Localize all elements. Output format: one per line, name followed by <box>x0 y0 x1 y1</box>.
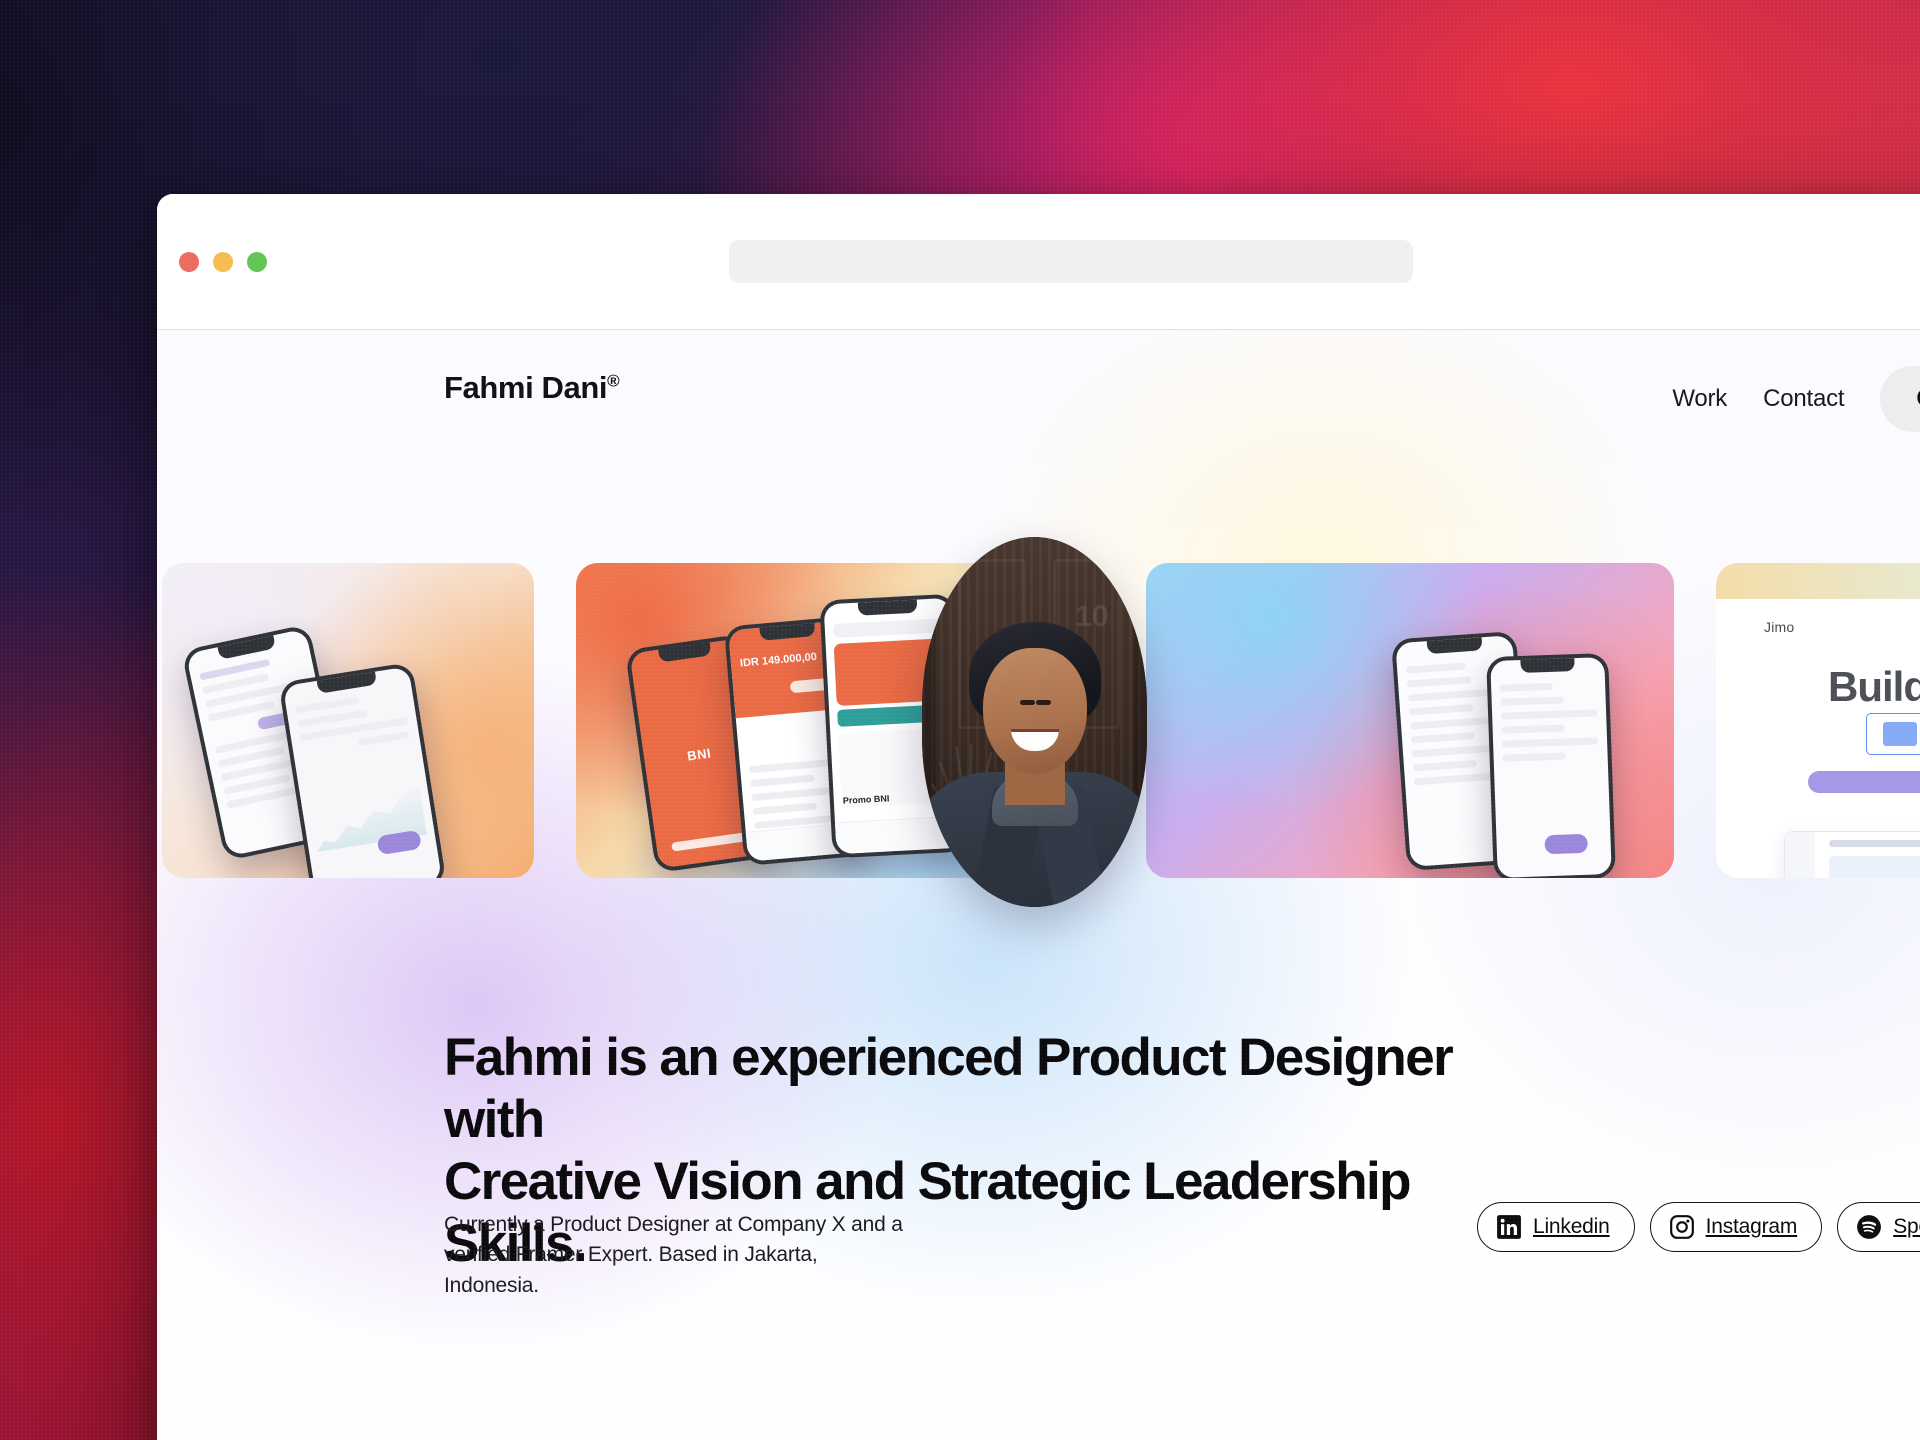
registered-mark-icon: ® <box>607 371 620 391</box>
hero-subtext: Currently a Product Designer at Company … <box>444 1210 914 1301</box>
address-bar-input[interactable] <box>729 240 1413 283</box>
maximize-window-icon[interactable] <box>247 252 267 272</box>
nav-link-work[interactable]: Work <box>1672 385 1727 413</box>
close-window-icon[interactable] <box>179 252 199 272</box>
subtext-line-1: Currently a Product Designer at Company … <box>444 1213 903 1236</box>
social-link-instagram[interactable]: Instagram <box>1649 1202 1823 1252</box>
social-links: Linkedin Instagram Sp <box>1476 1202 1920 1252</box>
gallery-card-ovo-invest[interactable] <box>162 563 534 878</box>
get-template-button[interactable]: Get this template <box>1880 366 1920 432</box>
instagram-icon <box>1669 1215 1694 1239</box>
jimo-editor-panel <box>1784 831 1920 878</box>
social-label-spotify: Spotify <box>1893 1215 1920 1238</box>
desktop-backdrop: Fahmi Dani® Work Contact Get this templa… <box>0 0 1920 1440</box>
social-label-linkedin: Linkedin <box>1532 1215 1610 1238</box>
brand-name: Fahmi Dani <box>444 370 608 405</box>
traffic-lights <box>179 252 267 272</box>
brand-logo[interactable]: Fahmi Dani® <box>444 370 620 406</box>
headline-line-1: Fahmi is an experienced Product Designer… <box>444 1028 1454 1149</box>
jimo-selection-box <box>1866 713 1920 755</box>
social-link-spotify[interactable]: Spotify <box>1837 1202 1920 1252</box>
social-link-linkedin[interactable]: Linkedin <box>1476 1202 1635 1252</box>
nav-link-contact[interactable]: Contact <box>1763 385 1845 413</box>
navbar-right: Work Contact Get this template <box>1672 366 1920 432</box>
gallery-card-invest-detail[interactable] <box>1146 563 1674 878</box>
jimo-topband <box>1716 563 1920 599</box>
avatar: 10 <box>922 537 1147 907</box>
gallery-card-jimo[interactable]: Jimo Build <box>1716 563 1920 878</box>
social-label-instagram: Instagram <box>1705 1215 1798 1238</box>
minimize-window-icon[interactable] <box>213 252 233 272</box>
jimo-tag <box>1808 771 1920 793</box>
spotify-icon <box>1857 1215 1882 1239</box>
site-navbar: Fahmi Dani® Work Contact Get this templa… <box>157 330 1920 460</box>
page-content: Fahmi Dani® Work Contact Get this templa… <box>157 330 1920 1440</box>
subtext-line-2: verified Framer Expert. Based in Jakarta… <box>444 1243 818 1297</box>
phone-mockup <box>1486 652 1616 878</box>
jimo-logo: Jimo <box>1764 619 1795 635</box>
jimo-heading: Build <box>1828 663 1920 710</box>
phone-mockup <box>278 661 447 878</box>
browser-window: Fahmi Dani® Work Contact Get this templa… <box>157 194 1920 1440</box>
browser-chrome <box>157 194 1920 330</box>
linkedin-icon <box>1497 1215 1521 1239</box>
